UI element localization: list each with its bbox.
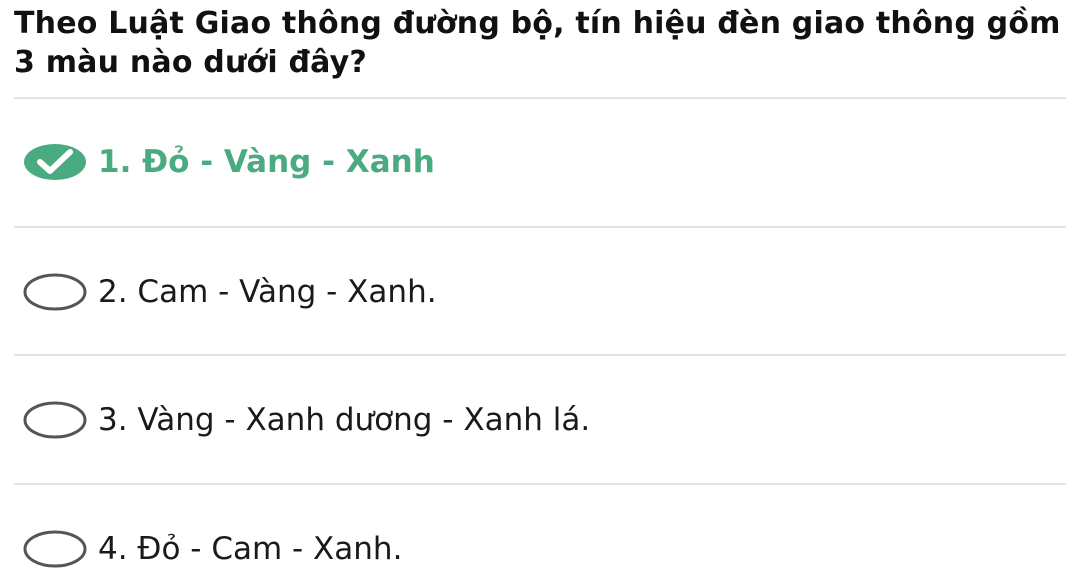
divider bbox=[14, 483, 1066, 485]
option-number: 2. bbox=[98, 274, 128, 310]
option-3[interactable]: 3. Vàng - Xanh dương - Xanh lá. bbox=[22, 388, 1062, 452]
option-number: 1. bbox=[98, 144, 132, 180]
option-label: Cam - Vàng - Xanh. bbox=[127, 274, 437, 310]
option-2[interactable]: 2. Cam - Vàng - Xanh. bbox=[22, 260, 1062, 324]
option-number: 3. bbox=[98, 402, 128, 438]
option-4[interactable]: 4. Đỏ - Cam - Xanh. bbox=[22, 517, 1062, 575]
radio-empty-icon[interactable] bbox=[22, 529, 88, 569]
divider bbox=[14, 97, 1066, 99]
option-number: 4. bbox=[98, 531, 128, 567]
option-label: Đỏ - Cam - Xanh. bbox=[127, 531, 403, 567]
option-label: Vàng - Xanh dương - Xanh lá. bbox=[127, 402, 591, 438]
check-icon bbox=[22, 142, 88, 182]
quiz-page: Theo Luật Giao thông đường bộ, tín hiệu … bbox=[0, 0, 1079, 575]
radio-empty-icon[interactable] bbox=[22, 400, 88, 440]
divider bbox=[14, 226, 1066, 228]
divider bbox=[14, 354, 1066, 356]
question-text: Theo Luật Giao thông đường bộ, tín hiệu … bbox=[14, 6, 1061, 80]
option-label: Đỏ - Vàng - Xanh bbox=[131, 144, 435, 180]
radio-empty-icon[interactable] bbox=[22, 272, 88, 312]
option-1[interactable]: 1. Đỏ - Vàng - Xanh bbox=[22, 130, 1062, 194]
